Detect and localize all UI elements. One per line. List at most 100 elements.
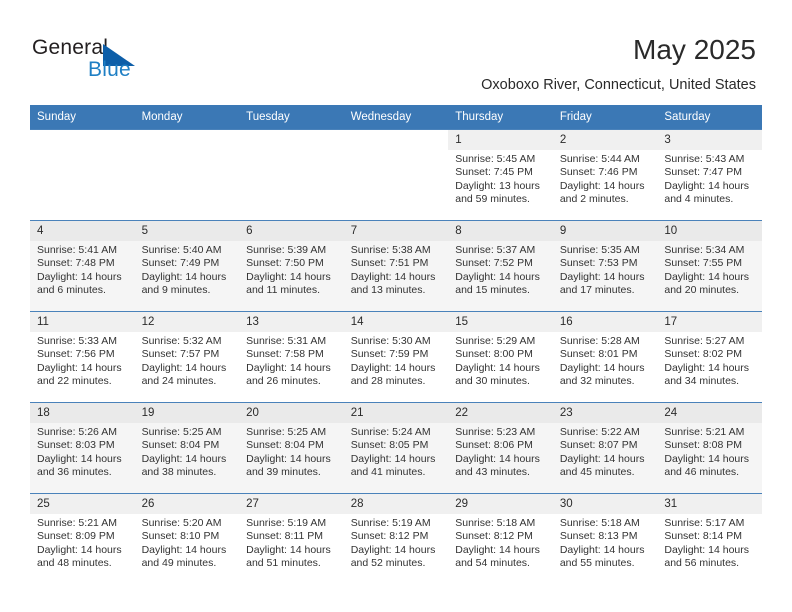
calendar-cell-day-14[interactable]: 14 Sunrise: 5:30 AM Sunset: 7:59 PM Dayligh…: [343, 311, 449, 403]
sun-info: Sunrise: 5:37 AM Sunset: 7:52 PM Daylight:…: [448, 241, 553, 298]
calendar-cell-day-30[interactable]: 30 Sunrise: 5:18 AM Sunset: 8:13 PM Dayligh…: [552, 493, 658, 584]
day-number: [344, 130, 449, 150]
day-number: 19: [134, 403, 240, 423]
sunset-line: Sunset: 8:12 PM: [350, 530, 429, 543]
day-cell-content: 15 Sunrise: 5:29 AM Sunset: 8:00 PM Dayligh…: [448, 312, 553, 402]
day-cell-content: 4 Sunrise: 5:41 AM Sunset: 7:48 PM Daylight…: [30, 221, 135, 311]
calendar-cell-day-20[interactable]: 20 Sunrise: 5:25 AM Sunset: 8:04 PM Dayligh…: [239, 402, 344, 494]
day-number: 3: [657, 130, 762, 150]
calendar-cell-day-28[interactable]: 28 Sunrise: 5:19 AM Sunset: 8:12 PM Dayligh…: [343, 493, 449, 584]
calendar-cell-day-19[interactable]: 19 Sunrise: 5:25 AM Sunset: 8:04 PM Dayligh…: [134, 402, 240, 494]
day-cell-content: 1 Sunrise: 5:45 AM Sunset: 7:45 PM Daylight…: [448, 130, 553, 220]
daylight-line: Daylight: 14 hours: [455, 452, 540, 465]
daylight-line: Daylight: 14 hours: [350, 270, 436, 283]
sunrise-line: Sunrise: 5:29 AM: [455, 335, 536, 347]
calendar-cell-day-16[interactable]: 16 Sunrise: 5:28 AM Sunset: 8:01 PM Dayligh…: [552, 311, 658, 403]
day-cell-content: 24 Sunrise: 5:21 AM Sunset: 8:08 PM Dayligh…: [657, 403, 762, 493]
day-number: 28: [343, 494, 449, 514]
calendar-week-row: 18 Sunrise: 5:26 AM Sunset: 8:03 PM Dayligh…: [30, 402, 762, 494]
calendar-cell-day-10[interactable]: 10 Sunrise: 5:34 AM Sunset: 7:55 PM Dayligh…: [657, 220, 762, 312]
daylight-line: Daylight: 14 hours: [559, 452, 645, 465]
sunrise-line: Sunrise: 5:37 AM: [455, 244, 536, 256]
day-number: 7: [343, 221, 449, 241]
sunset-line: Sunset: 8:11 PM: [246, 530, 323, 543]
sun-info: [30, 150, 135, 153]
calendar-cell-day-15[interactable]: 15 Sunrise: 5:29 AM Sunset: 8:00 PM Dayligh…: [448, 311, 553, 403]
calendar-week-row: 1 Sunrise: 5:45 AM Sunset: 7:45 PM Daylight…: [30, 129, 762, 221]
day-number: 5: [134, 221, 240, 241]
sun-info: Sunrise: 5:39 AM Sunset: 7:50 PM Daylight:…: [239, 241, 344, 298]
calendar-cell-day-23[interactable]: 23 Sunrise: 5:22 AM Sunset: 8:07 PM Dayligh…: [552, 402, 658, 494]
location-subtitle: Oxoboxo River, Connecticut, United State…: [481, 77, 756, 93]
sun-info: [135, 150, 240, 153]
day-number: [239, 130, 344, 150]
calendar-cell-day-1[interactable]: 1 Sunrise: 5:45 AM Sunset: 7:45 PM Daylight…: [448, 129, 553, 221]
sunset-line: Sunset: 7:53 PM: [559, 257, 638, 270]
sun-info: Sunrise: 5:22 AM Sunset: 8:07 PM Daylight:…: [553, 423, 658, 480]
daylight-line: Daylight: 14 hours: [37, 361, 122, 374]
calendar-cell-day-11[interactable]: 11 Sunrise: 5:33 AM Sunset: 7:56 PM Dayligh…: [30, 311, 135, 403]
brand-logo[interactable]: General Blue: [32, 36, 212, 88]
calendar-cell-day-27[interactable]: 27 Sunrise: 5:19 AM Sunset: 8:11 PM Dayligh…: [239, 493, 344, 584]
sunset-line: Sunset: 8:05 PM: [350, 439, 429, 452]
daylight-line-cont: and 15 minutes.: [455, 284, 530, 297]
calendar-cell-day-24[interactable]: 24 Sunrise: 5:21 AM Sunset: 8:08 PM Dayligh…: [657, 402, 762, 494]
calendar-cell-day-29[interactable]: 29 Sunrise: 5:18 AM Sunset: 8:12 PM Dayligh…: [448, 493, 553, 584]
sun-info: Sunrise: 5:31 AM Sunset: 7:58 PM Daylight:…: [239, 332, 344, 389]
sunset-line: Sunset: 8:09 PM: [37, 530, 115, 543]
day-cell-content: [344, 130, 449, 220]
daylight-line: Daylight: 14 hours: [246, 361, 331, 374]
calendar-cell-day-13[interactable]: 13 Sunrise: 5:31 AM Sunset: 7:58 PM Dayligh…: [239, 311, 344, 403]
calendar-cell-day-22[interactable]: 22 Sunrise: 5:23 AM Sunset: 8:06 PM Dayligh…: [448, 402, 553, 494]
calendar-cell-day-3[interactable]: 3 Sunrise: 5:43 AM Sunset: 7:47 PM Daylight…: [657, 129, 762, 221]
calendar-cell-day-26[interactable]: 26 Sunrise: 5:20 AM Sunset: 8:10 PM Dayligh…: [134, 493, 240, 584]
daylight-line-cont: and 56 minutes.: [664, 557, 740, 570]
sun-info: Sunrise: 5:32 AM Sunset: 7:57 PM Daylight:…: [135, 332, 240, 389]
calendar-table: Sunday Monday Tuesday Wednesday Thursday Frid…: [30, 105, 762, 584]
daylight-line: Daylight: 14 hours: [664, 543, 750, 556]
day-number: 21: [343, 403, 449, 423]
calendar-cell-day-21[interactable]: 21 Sunrise: 5:24 AM Sunset: 8:05 PM Dayligh…: [343, 402, 449, 494]
calendar-cell-day-5[interactable]: 5 Sunrise: 5:40 AM Sunset: 7:49 PM Daylight…: [134, 220, 240, 312]
sun-info: Sunrise: 5:18 AM Sunset: 8:13 PM Daylight:…: [553, 514, 658, 571]
day-number: 14: [343, 312, 449, 332]
daylight-line: Daylight: 14 hours: [141, 543, 227, 556]
calendar-cell-day-9[interactable]: 9 Sunrise: 5:35 AM Sunset: 7:53 PM Daylight…: [552, 220, 658, 312]
calendar-cell-day-4[interactable]: 4 Sunrise: 5:41 AM Sunset: 7:48 PM Daylight…: [30, 220, 135, 312]
sun-info: Sunrise: 5:20 AM Sunset: 8:10 PM Daylight:…: [135, 514, 240, 571]
calendar-cell-day-2[interactable]: 2 Sunrise: 5:44 AM Sunset: 7:46 PM Daylight…: [552, 129, 658, 221]
sun-info: Sunrise: 5:30 AM Sunset: 7:59 PM Daylight:…: [344, 332, 449, 389]
calendar-cell-day-18[interactable]: 18 Sunrise: 5:26 AM Sunset: 8:03 PM Dayligh…: [30, 402, 135, 494]
day-cell-content: 8 Sunrise: 5:37 AM Sunset: 7:52 PM Daylight…: [448, 221, 553, 311]
daylight-line-cont: and 55 minutes.: [559, 557, 635, 570]
daylight-line: Daylight: 14 hours: [246, 543, 331, 556]
calendar-cell-day-17[interactable]: 17 Sunrise: 5:27 AM Sunset: 8:02 PM Dayligh…: [657, 311, 762, 403]
day-cell-content: 21 Sunrise: 5:24 AM Sunset: 8:05 PM Dayligh…: [343, 403, 449, 493]
daylight-line-cont: and 59 minutes.: [455, 193, 530, 206]
calendar-cell-day-7[interactable]: 7 Sunrise: 5:38 AM Sunset: 7:51 PM Daylight…: [343, 220, 449, 312]
sunrise-line: Sunrise: 5:30 AM: [350, 335, 431, 347]
calendar-cell-day-12[interactable]: 12 Sunrise: 5:32 AM Sunset: 7:57 PM Dayligh…: [134, 311, 240, 403]
calendar-cell-day-31[interactable]: 31 Sunrise: 5:17 AM Sunset: 8:14 PM Dayligh…: [657, 493, 762, 584]
sunset-line: Sunset: 7:58 PM: [246, 348, 324, 361]
day-number: 6: [239, 221, 344, 241]
day-cell-content: 25 Sunrise: 5:21 AM Sunset: 8:09 PM Dayligh…: [30, 494, 135, 584]
sun-info: Sunrise: 5:43 AM Sunset: 7:47 PM Daylight:…: [657, 150, 762, 207]
calendar-cell-day-25[interactable]: 25 Sunrise: 5:21 AM Sunset: 8:09 PM Dayligh…: [30, 493, 135, 584]
calendar-cell-empty: [134, 129, 240, 221]
calendar-cell-day-8[interactable]: 8 Sunrise: 5:37 AM Sunset: 7:52 PM Daylight…: [448, 220, 553, 312]
daylight-line: Daylight: 14 hours: [664, 270, 750, 283]
day-cell-content: 19 Sunrise: 5:25 AM Sunset: 8:04 PM Dayligh…: [134, 403, 240, 493]
sunrise-line: Sunrise: 5:21 AM: [664, 426, 745, 438]
sunrise-line: Sunrise: 5:35 AM: [559, 244, 640, 256]
sun-info: Sunrise: 5:33 AM Sunset: 7:56 PM Daylight:…: [30, 332, 135, 389]
day-number: [30, 130, 135, 150]
sunset-line: Sunset: 8:13 PM: [559, 530, 638, 543]
calendar-cell-day-6[interactable]: 6 Sunrise: 5:39 AM Sunset: 7:50 PM Daylight…: [239, 220, 344, 312]
sunrise-line: Sunrise: 5:24 AM: [350, 426, 431, 438]
sunset-line: Sunset: 8:10 PM: [141, 530, 220, 543]
daylight-line: Daylight: 14 hours: [559, 270, 645, 283]
sunrise-line: Sunrise: 5:25 AM: [141, 426, 222, 438]
sun-info: Sunrise: 5:44 AM Sunset: 7:46 PM Daylight:…: [553, 150, 658, 207]
sunrise-line: Sunrise: 5:32 AM: [141, 335, 222, 347]
